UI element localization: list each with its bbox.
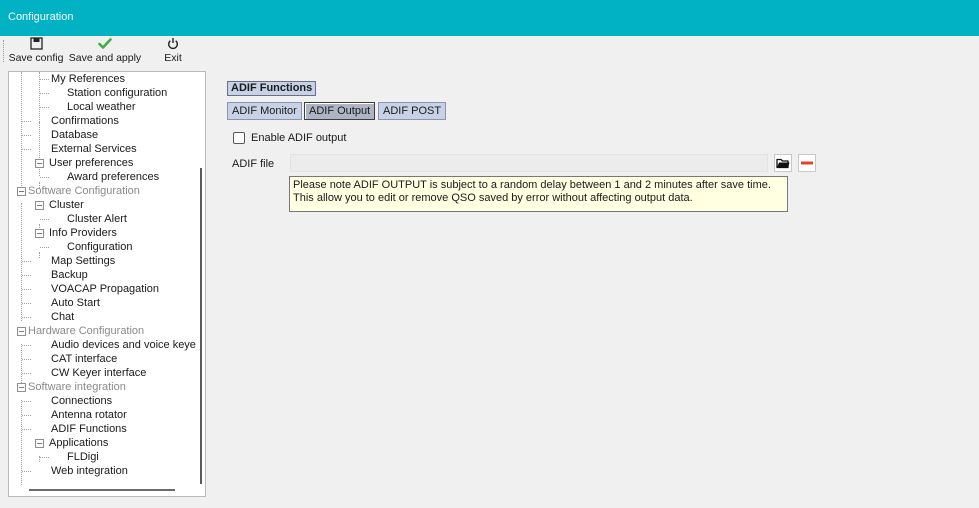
collapse-icon[interactable]: − xyxy=(35,159,44,168)
tree-connector xyxy=(22,121,31,122)
tree-connector xyxy=(22,429,31,430)
tree-connector xyxy=(22,373,31,374)
tree-connector xyxy=(40,93,49,94)
tree-connector xyxy=(40,219,49,220)
tree-item-adif-functions[interactable]: ADIF Functions xyxy=(51,422,127,436)
tree-connector xyxy=(21,344,22,385)
power-icon xyxy=(159,37,187,52)
tree-connector xyxy=(40,107,49,108)
tree-connector xyxy=(21,72,22,194)
clear-file-button[interactable] xyxy=(798,154,816,172)
tree-connector xyxy=(22,345,31,346)
tree-connector xyxy=(22,135,31,136)
collapse-icon[interactable]: − xyxy=(35,439,44,448)
tree-connector xyxy=(22,415,31,416)
tree-item-software-configuration[interactable]: Software Configuration xyxy=(28,184,140,198)
tree-connector xyxy=(40,79,49,80)
adif-output-note-tooltip: Please note ADIF OUTPUT is subject to a … xyxy=(289,176,788,212)
tree-connector xyxy=(40,247,49,248)
tab-adif-post[interactable]: ADIF POST xyxy=(378,102,447,120)
tree-item-voacap-propagation[interactable]: VOACAP Propagation xyxy=(51,282,159,296)
tree-item-cat-interface[interactable]: CAT interface xyxy=(51,352,117,366)
note-line-2: This allow you to edit or remove QSO sav… xyxy=(293,192,693,204)
tree-item-antenna-rotator[interactable]: Antenna rotator xyxy=(51,408,127,422)
tree-connector xyxy=(39,252,40,258)
tree-item-configuration[interactable]: Configuration xyxy=(67,240,132,254)
tree-connector xyxy=(22,261,31,262)
tree-connector xyxy=(40,177,49,178)
tree-connector xyxy=(40,457,49,458)
save-and-apply-button[interactable]: Save and apply xyxy=(67,37,143,65)
tree-connector xyxy=(22,359,31,360)
folder-icon xyxy=(776,158,790,169)
section-title: ADIF Functions xyxy=(227,81,317,96)
tree-item-software-integration[interactable]: Software integration xyxy=(28,380,126,394)
floppy-disk-icon xyxy=(6,37,66,52)
collapse-icon[interactable]: − xyxy=(17,327,26,336)
adif-file-input[interactable] xyxy=(290,154,768,172)
tree-item-local-weather[interactable]: Local weather xyxy=(67,100,136,114)
tree-item-backup[interactable]: Backup xyxy=(51,268,88,282)
tree-item-chat[interactable]: Chat xyxy=(51,310,74,324)
adif-file-label: ADIF file xyxy=(232,158,275,170)
adif-functions-panel: ADIF Functions ADIF Monitor ADIF Output … xyxy=(215,71,975,501)
exit-label: Exit xyxy=(164,52,182,64)
tab-adif-output[interactable]: ADIF Output xyxy=(304,102,376,120)
collapse-icon[interactable]: − xyxy=(35,201,44,210)
toolbar: Save config Save and apply Exit xyxy=(0,36,979,66)
tree-connector xyxy=(21,400,22,485)
enable-adif-output-label[interactable]: Enable ADIF output xyxy=(251,131,346,145)
browse-file-button[interactable] xyxy=(774,154,792,172)
tree-item-database[interactable]: Database xyxy=(51,128,98,142)
tree-item-cluster[interactable]: Cluster xyxy=(49,198,84,212)
tree-connector xyxy=(22,317,31,318)
tree-item-user-preferences[interactable]: User preferences xyxy=(49,156,133,170)
exit-button[interactable]: Exit xyxy=(159,37,187,65)
tree-item-info-providers[interactable]: Info Providers xyxy=(49,226,117,240)
window-title: Configuration xyxy=(8,11,74,23)
collapse-icon[interactable]: − xyxy=(35,229,44,238)
tab-adif-monitor[interactable]: ADIF Monitor xyxy=(227,102,302,120)
save-config-button[interactable]: Save config xyxy=(6,37,66,65)
tree-item-fldigi[interactable]: FLDigi xyxy=(67,450,99,464)
save-and-apply-label: Save and apply xyxy=(68,52,142,64)
tree-item-cluster-alert[interactable]: Cluster Alert xyxy=(67,212,127,226)
tree-horizontal-scrollbar[interactable] xyxy=(29,489,175,491)
tree-item-hardware-configuration[interactable]: Hardware Configuration xyxy=(28,324,144,338)
collapse-icon[interactable]: − xyxy=(17,383,26,392)
tree-connector xyxy=(22,275,31,276)
tree-connector xyxy=(22,471,31,472)
tree-connector xyxy=(22,303,31,304)
tree-connector xyxy=(22,149,31,150)
tree-item-cw-keyer-interface[interactable]: CW Keyer interface xyxy=(51,366,146,380)
checkmark-icon xyxy=(67,37,143,52)
note-line-1: Please note ADIF OUTPUT is subject to a … xyxy=(293,179,771,191)
tree-connector xyxy=(22,401,31,402)
tree-item-auto-start[interactable]: Auto Start xyxy=(51,296,100,310)
title-bar: Configuration xyxy=(0,0,979,36)
tree-item-award-preferences[interactable]: Award preferences xyxy=(67,170,159,184)
tree-vertical-scrollbar[interactable] xyxy=(200,168,202,484)
configuration-tree[interactable]: − − − − − − − My References Station conf… xyxy=(8,71,206,497)
collapse-icon[interactable]: − xyxy=(17,187,26,196)
tree-item-station-configuration[interactable]: Station configuration xyxy=(67,86,167,100)
tree-item-my-references[interactable]: My References xyxy=(51,72,125,86)
tree-item-web-integration[interactable]: Web integration xyxy=(51,464,128,478)
save-config-label: Save config xyxy=(8,52,64,64)
enable-adif-output-checkbox[interactable] xyxy=(233,132,245,144)
tree-item-audio-devices[interactable]: Audio devices and voice keye xyxy=(51,338,196,352)
tree-item-external-services[interactable]: External Services xyxy=(51,142,137,156)
tree-item-connections[interactable]: Connections xyxy=(51,394,112,408)
toolbar-grip xyxy=(3,40,5,62)
tree-item-map-settings[interactable]: Map Settings xyxy=(51,254,115,268)
tree-item-applications[interactable]: Applications xyxy=(49,436,108,450)
tree-item-confirmations[interactable]: Confirmations xyxy=(51,114,119,128)
tree-connector xyxy=(22,289,31,290)
remove-icon xyxy=(801,161,813,165)
